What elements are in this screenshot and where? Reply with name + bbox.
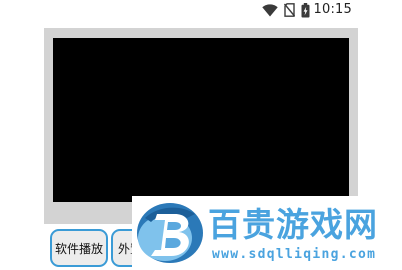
site-watermark: 百贵游戏网 www.sdqlliqing.com: [132, 196, 402, 270]
software-play-button[interactable]: 软件播放: [50, 229, 108, 267]
status-icons: [262, 2, 310, 17]
no-sim-icon: [284, 3, 295, 17]
watermark-url: www.sdqlliqing.com: [212, 247, 377, 262]
battery-charging-icon: [301, 2, 310, 17]
video-surface[interactable]: [53, 38, 349, 202]
watermark-title: 百贵游戏网: [208, 205, 378, 244]
b-logo-icon: [137, 203, 203, 263]
status-clock: 10:15: [313, 2, 352, 17]
status-bar: 10:15: [0, 0, 402, 20]
wifi-icon: [262, 3, 278, 16]
video-player-frame: [44, 28, 358, 224]
